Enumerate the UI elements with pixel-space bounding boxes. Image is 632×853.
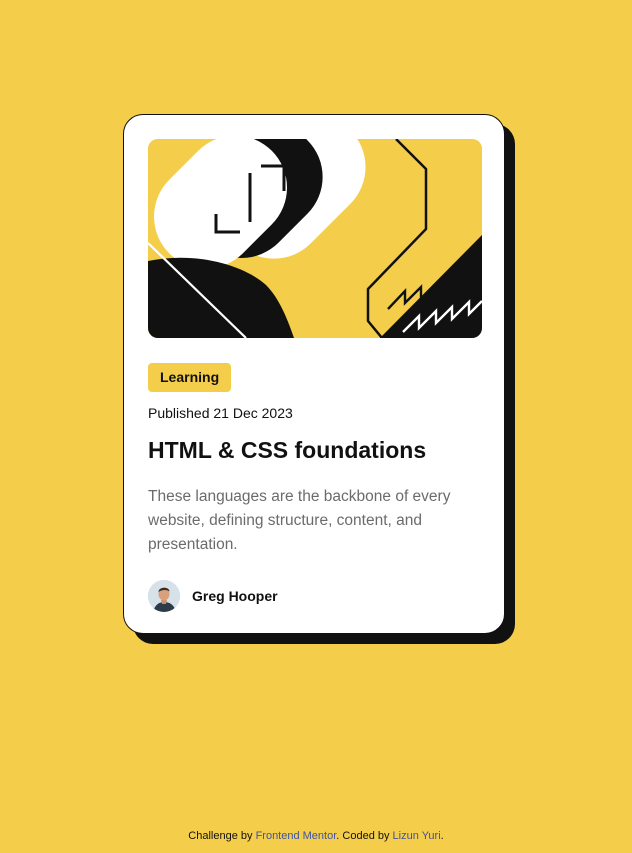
publish-date: Published 21 Dec 2023 [148, 405, 293, 421]
attribution-middle: . Coded by [336, 830, 390, 842]
attribution: Challenge by Frontend Mentor. Coded by L… [0, 830, 632, 842]
author: Greg Hooper [148, 580, 278, 612]
person-avatar-icon [148, 580, 180, 612]
coder-link[interactable]: Lizun Yuri [393, 830, 441, 842]
hero-illustration [148, 139, 482, 338]
avatar [148, 580, 180, 612]
frontend-mentor-link[interactable]: Frontend Mentor [256, 830, 337, 842]
card-description: These languages are the backbone of ever… [148, 488, 451, 553]
category-tag: Learning [148, 363, 232, 392]
card-title[interactable]: HTML & CSS foundations [148, 437, 426, 464]
attribution-prefix: Challenge by [188, 830, 253, 842]
published-date: 21 Dec 2023 [213, 405, 293, 421]
attribution-suffix: . [440, 830, 444, 842]
blog-preview-card: Learning Published 21 Dec 2023 HTML & CS… [123, 114, 505, 634]
published-label: Published [148, 405, 210, 421]
author-name: Greg Hooper [192, 588, 278, 604]
